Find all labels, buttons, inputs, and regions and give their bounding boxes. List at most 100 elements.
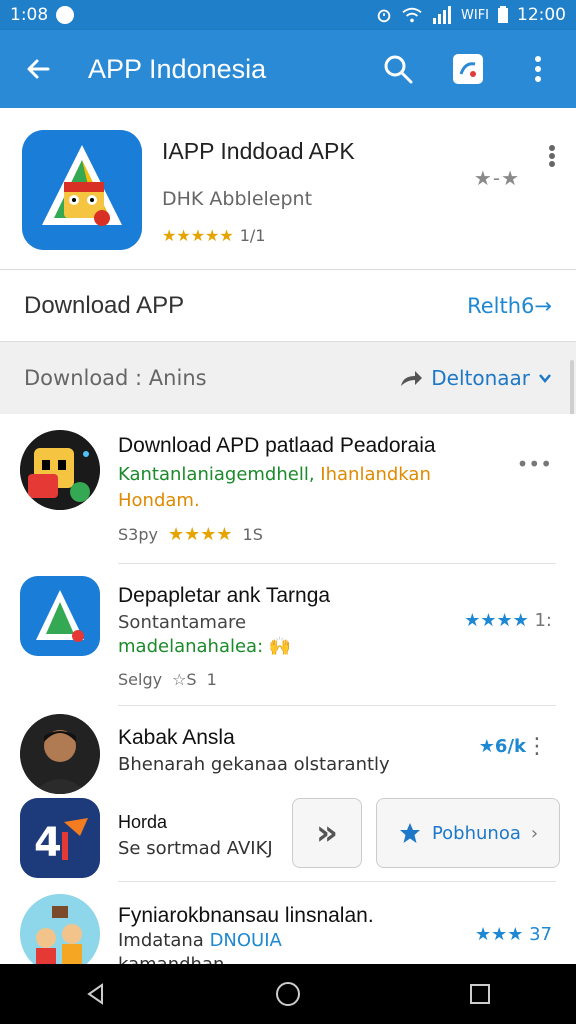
alarm-icon — [377, 9, 391, 23]
app-developer: DHK Abblelepnt — [162, 188, 313, 210]
app-header-card: IAPP Inddoad APK DHK Abblelepnt ★★★★★ 1/… — [0, 108, 576, 270]
mini-rating: ★-★ — [473, 166, 520, 190]
item-subtitle-2: kamandhan — [118, 954, 224, 964]
chevron-down-icon — [539, 374, 551, 383]
share-button[interactable] — [448, 49, 488, 89]
item-icon: 4 — [20, 798, 100, 878]
share-icon — [453, 54, 483, 84]
item-subtitle-2: Hondam. — [118, 490, 200, 511]
status-time-right: 12:00 — [517, 5, 566, 25]
item-subtitle: Sontantamare — [118, 612, 247, 633]
item-subtitle-green: Kantanlaniagemdhell, — [118, 464, 315, 485]
nav-back-button[interactable] — [66, 964, 126, 1024]
system-nav-bar — [0, 964, 576, 1024]
back-icon — [87, 983, 103, 1005]
home-icon — [276, 982, 300, 1006]
item-right-rating: ★★★★ 1: — [464, 610, 552, 631]
rating-count: 1/1 — [239, 226, 266, 245]
arrow-left-icon — [27, 59, 50, 79]
item-icon — [20, 430, 100, 510]
item-right-stars: ★★★ — [474, 924, 524, 945]
more-button[interactable] — [518, 49, 558, 89]
app-bar: APP Indonesia — [0, 30, 576, 108]
list-item[interactable]: Kabak Ansla Bhenarah gekanaa olstarantly… — [0, 706, 576, 794]
item-subtitle-green: madelanahalea: 🙌 — [118, 636, 291, 657]
back-button[interactable] — [18, 49, 58, 89]
list-item[interactable]: Download APD patlaad Peadoraia Kantanlan… — [0, 414, 576, 564]
sort-dropdown[interactable]: Deltonaar — [399, 366, 552, 390]
svg-text:4: 4 — [34, 820, 62, 866]
item-title: Kabak Ansla — [118, 726, 235, 749]
list-item[interactable]: Depapletar ank Tarnga Sontantamare madel… — [0, 564, 576, 706]
cartoon-kids-icon — [20, 894, 100, 964]
item-more-button[interactable]: ••• — [517, 452, 552, 476]
item-subtitle-green-text: madelanahalea: — [118, 636, 264, 657]
nav-recent-button[interactable] — [450, 964, 510, 1024]
item-subtitle: Bhenarah gekanaa olstarantly — [118, 754, 390, 775]
item-meta-right: 1 — [206, 670, 217, 689]
app-logo[interactable] — [22, 130, 142, 250]
app-name: IAPP Inddoad APK — [162, 138, 355, 164]
hero-more-button[interactable] — [548, 144, 556, 175]
item-subtitle: Kantanlaniagemdhell, Ihanlandkan — [118, 464, 431, 485]
filter-row: Download : Anins Deltonaar — [0, 342, 576, 414]
network-text: WIFI — [461, 7, 489, 23]
action-button-label: Pobhunoa — [431, 822, 521, 844]
status-left: 1:08 — [10, 5, 75, 25]
app-rating: ★★★★★ 1/1 — [162, 226, 265, 245]
item-meta-left: Selgy — [118, 670, 163, 689]
item-meta-right: 1S — [242, 525, 263, 544]
share-arrow-icon — [401, 371, 423, 386]
status-time-left: 1:08 — [10, 5, 49, 25]
chevron-right-icon: › — [530, 822, 539, 844]
download-label: Download APP — [24, 291, 185, 319]
item-right-stars: ★★★★ — [464, 610, 529, 631]
rating-stars: ★★★★★ — [162, 226, 234, 245]
item-title: Depapletar ank Tarnga — [118, 584, 331, 607]
app-list: Download APD patlaad Peadoraia Kantanlan… — [0, 414, 576, 964]
item-icon — [20, 894, 100, 964]
nav-home-button[interactable] — [258, 964, 318, 1024]
item-right-rating: ★★★ 37 — [475, 924, 552, 945]
signal-icon — [433, 6, 451, 24]
wifi-icon — [402, 7, 422, 23]
app-logo-icon — [22, 130, 142, 250]
item-subtitle-text: Imdatana — [118, 930, 204, 951]
forward-button[interactable]: » — [292, 798, 362, 868]
app-bar-actions — [378, 49, 558, 89]
list-item[interactable]: Fyniarokbnansau linsnalan. Imdatana DNOU… — [0, 882, 576, 964]
more-vert-icon — [535, 56, 541, 82]
item-subtitle: Se sortmad AVIKJ — [118, 838, 273, 859]
status-bar: 1:08 WIFI 12:00 — [0, 0, 576, 30]
item-meta: Selgy ☆S 1 — [118, 670, 217, 689]
action-button[interactable]: Pobhunoa › — [376, 798, 560, 868]
search-button[interactable] — [378, 49, 418, 89]
item-stars: ★★★★ — [167, 524, 233, 545]
double-chevron-icon: » — [316, 813, 338, 853]
download-link[interactable]: Relth6→ — [467, 294, 552, 318]
battery-icon — [498, 6, 508, 23]
item-subtitle-blue: DNOUIA — [209, 930, 282, 951]
item-title: Download APD patlaad Peadoraia — [118, 434, 436, 457]
item-meta-mid: ☆S — [172, 670, 197, 689]
item-right-count: 37 — [529, 924, 552, 945]
item-title: Fyniarokbnansau linsnalan. — [118, 904, 374, 927]
item-more-button[interactable]: ⋮ — [526, 734, 548, 759]
item-subtitle: Imdatana DNOUIA — [118, 930, 282, 951]
list-item[interactable]: 4 Horda Se sortmad AVIKJ » Pobhunoa › — [0, 794, 576, 882]
star-icon — [399, 823, 420, 843]
download-section-row[interactable]: Download APP Relth6→ — [0, 270, 576, 342]
more-vert-icon — [549, 145, 555, 167]
item-avatar — [20, 714, 100, 794]
item-meta-left: S3py — [118, 525, 158, 544]
item-title: Horda — [118, 812, 168, 832]
item-meta: S3py ★★★★ 1S — [118, 524, 263, 545]
item-right-stars-2: 1: — [534, 610, 552, 631]
sort-label: Deltonaar — [431, 366, 530, 390]
game-icon — [20, 430, 100, 510]
hands-emoji-icon: 🙌 — [268, 636, 292, 657]
search-icon — [384, 55, 413, 84]
drive-icon — [20, 576, 100, 656]
item-right-rating: ★6/k — [478, 736, 526, 757]
notification-icon — [56, 6, 75, 24]
